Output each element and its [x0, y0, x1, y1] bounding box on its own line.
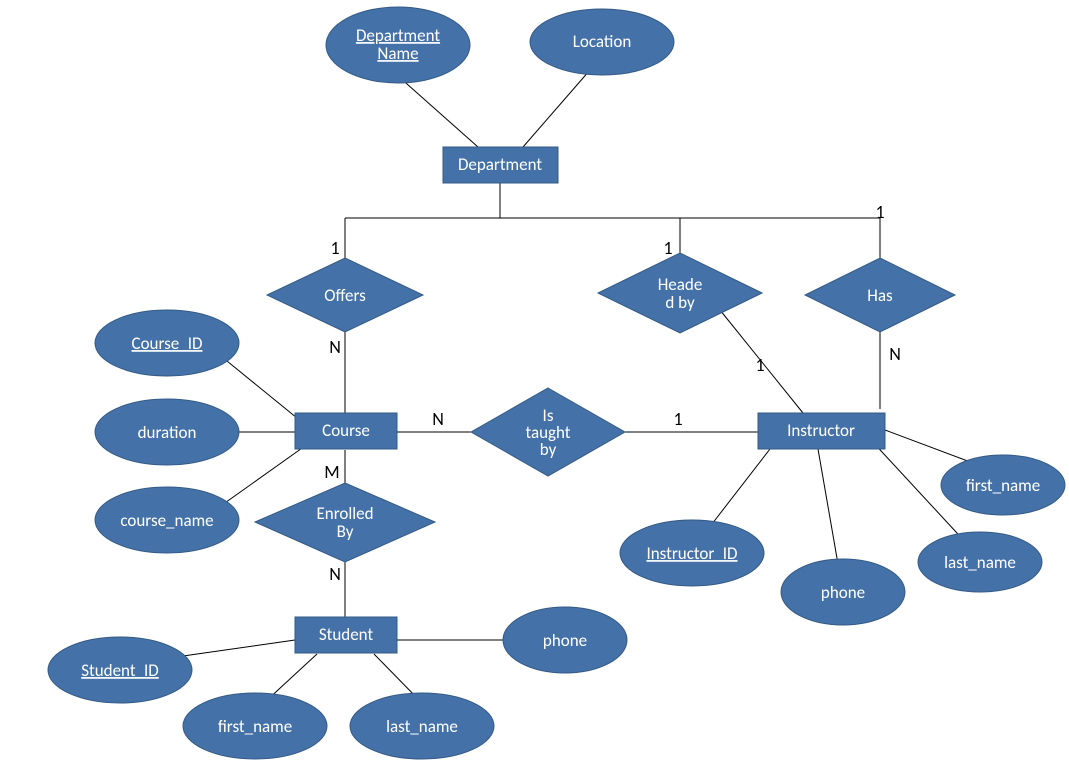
rel-has: Has: [805, 258, 955, 332]
attr-stu-first-name-label: first_name: [218, 716, 292, 737]
attr-stu-first-name: first_name: [183, 693, 327, 759]
svg-text:Name: Name: [377, 43, 418, 64]
rel-has-label: Has: [867, 285, 893, 306]
attr-course-name-label: course_name: [120, 510, 213, 531]
attr-instructor-id-label: Instructor_ID: [646, 543, 737, 564]
entity-student-label: Student: [319, 624, 374, 645]
attr-course-id-label: Course_ID: [132, 333, 203, 354]
attr-inst-first-name: first_name: [941, 455, 1065, 515]
card-course-enrolled: M: [324, 461, 339, 483]
attr-inst-phone-label: phone: [821, 582, 865, 603]
entity-instructor-label: Instructor: [787, 420, 855, 441]
attr-course-name: course_name: [95, 487, 239, 553]
er-diagram: 1 N 1 1 1 N N 1 M N Department Name Loca…: [0, 0, 1069, 765]
attr-inst-last-name: last_name: [918, 532, 1042, 592]
rel-headed-by: Heade d by: [598, 253, 762, 333]
card-headed-inst: 1: [755, 354, 764, 376]
rel-offers: Offers: [267, 258, 423, 332]
rel-offers-label: Offers: [324, 285, 366, 306]
attr-department-name: Department Name: [326, 7, 470, 83]
attr-inst-phone: phone: [781, 559, 905, 625]
attr-stu-last-name: last_name: [350, 693, 494, 759]
rel-is-taught-by: Is taught by: [471, 388, 625, 476]
attr-stu-phone: phone: [503, 607, 627, 673]
entity-instructor: Instructor: [758, 413, 885, 449]
attr-inst-last-name-label: last_name: [944, 552, 1016, 573]
entity-course-label: Course: [322, 420, 370, 441]
attr-course-id: Course_ID: [95, 310, 239, 376]
entity-student: Student: [295, 617, 397, 653]
card-taught-inst: 1: [673, 408, 682, 430]
attr-inst-first-name-label: first_name: [966, 475, 1040, 496]
entity-course: Course: [295, 413, 397, 449]
attr-duration: duration: [95, 399, 239, 465]
attr-student-id-label: Student_ID: [81, 660, 159, 681]
svg-text:d by: d by: [665, 292, 695, 313]
svg-text:By: By: [337, 521, 354, 542]
entity-department-label: Department: [458, 154, 542, 175]
card-dept-headed: 1: [663, 237, 672, 259]
attr-location: Location: [530, 9, 674, 75]
attr-student-id: Student_ID: [48, 637, 192, 703]
attr-stu-phone-label: phone: [543, 630, 587, 651]
entity-department: Department: [443, 147, 558, 183]
card-course-taught: N: [432, 408, 444, 430]
attr-stu-last-name-label: last_name: [386, 716, 458, 737]
card-enrolled-student: N: [329, 563, 341, 585]
card-dept-has: 1: [875, 201, 884, 223]
card-has-inst: N: [889, 343, 901, 365]
rel-enrolled-by: Enrolled By: [255, 483, 435, 562]
card-offers-course: N: [329, 336, 341, 358]
card-dept-offers: 1: [330, 237, 339, 259]
attr-location-label: Location: [573, 31, 632, 52]
attr-duration-label: duration: [138, 422, 197, 443]
attr-instructor-id: Instructor_ID: [620, 520, 764, 586]
svg-text:by: by: [540, 439, 557, 460]
